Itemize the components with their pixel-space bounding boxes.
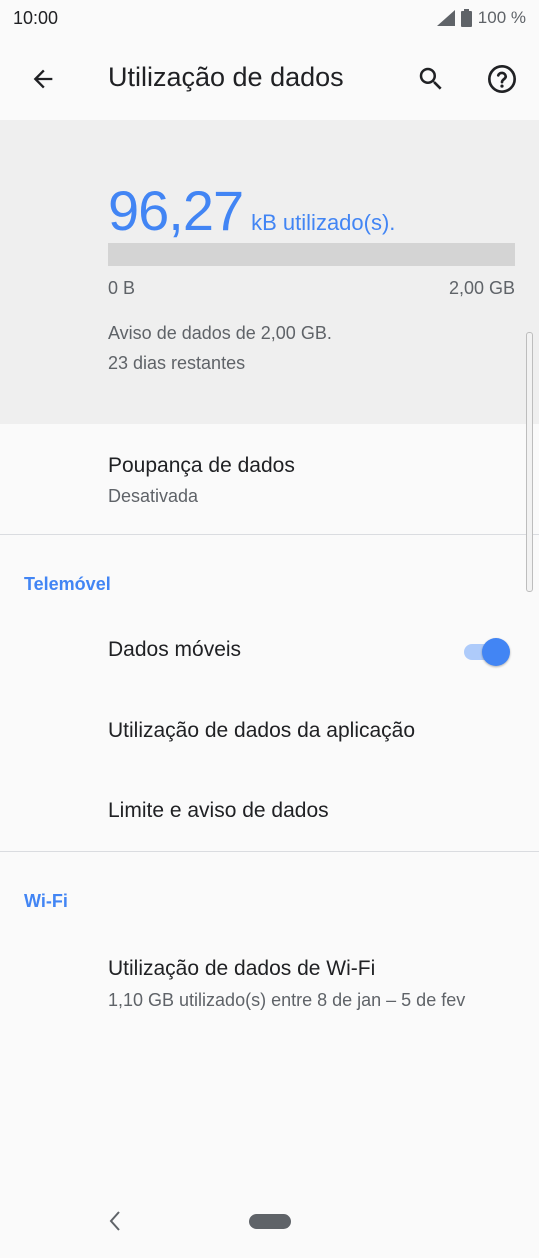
divider <box>0 534 539 535</box>
data-warning-text: Aviso de dados de 2,00 GB. <box>108 323 332 343</box>
usage-bar-min-label: 0 B <box>108 278 136 298</box>
app-data-usage-item[interactable]: Utilização de dados da aplicação <box>0 692 539 770</box>
section-header-mobile: Telemóvel <box>24 574 111 594</box>
scrollbar[interactable] <box>526 332 533 592</box>
battery-percent: 100 % <box>477 8 526 27</box>
help-button[interactable] <box>481 58 523 100</box>
search-icon <box>419 67 442 90</box>
battery-icon <box>460 9 472 27</box>
wifi-data-usage-summary: 1,10 GB utilizado(s) entre 8 de jan – 5 … <box>108 990 466 1010</box>
usage-unit: kB utilizado(s). <box>251 210 396 235</box>
data-limit-item[interactable]: Limite e aviso de dados <box>0 772 539 850</box>
mobile-data-label: Dados móveis <box>108 638 242 661</box>
days-remaining-text: 23 dias restantes <box>108 353 246 373</box>
nav-home-pill[interactable] <box>249 1214 291 1229</box>
divider <box>0 851 539 852</box>
section-header-wifi: Wi-Fi <box>24 891 68 911</box>
toggle-thumb <box>482 638 510 666</box>
usage-bar-max-label: 2,00 GB <box>448 278 515 298</box>
mobile-data-item[interactable]: Dados móveis <box>0 612 539 690</box>
app-data-usage-label: Utilização de dados da aplicação <box>108 719 416 742</box>
help-icon <box>488 65 516 93</box>
status-time: 10:00 <box>13 8 59 28</box>
data-saver-status: Desativada <box>108 486 199 506</box>
data-limit-label: Limite e aviso de dados <box>108 799 329 822</box>
signal-icon <box>436 10 455 26</box>
arrow-back-icon <box>33 69 53 89</box>
data-saver-title: Poupança de dados <box>108 454 295 477</box>
status-icons: 100 % <box>436 8 526 28</box>
usage-number: 96,27 <box>108 179 244 242</box>
nav-back-button[interactable] <box>100 1206 130 1236</box>
navigation-bar <box>0 1186 539 1258</box>
usage-progress-bar <box>108 243 515 266</box>
back-button[interactable] <box>22 58 64 100</box>
search-button[interactable] <box>410 58 452 100</box>
wifi-data-usage-item[interactable]: Utilização de dados de Wi-Fi 1,10 GB uti… <box>0 930 539 1050</box>
status-bar: 10:00 100 % <box>0 0 539 38</box>
usage-amount: 96,27 kB utilizado(s). <box>108 178 395 243</box>
mobile-data-toggle[interactable] <box>462 636 512 666</box>
app-bar: Utilização de dados <box>0 38 539 120</box>
usage-summary-card: 96,27 kB utilizado(s). 0 B 2,00 GB Aviso… <box>0 120 539 424</box>
wifi-data-usage-title: Utilização de dados de Wi-Fi <box>108 957 376 980</box>
page-title: Utilização de dados <box>108 62 344 92</box>
data-saver-item[interactable]: Poupança de dados Desativada <box>0 424 539 534</box>
chevron-left-icon <box>109 1211 120 1231</box>
